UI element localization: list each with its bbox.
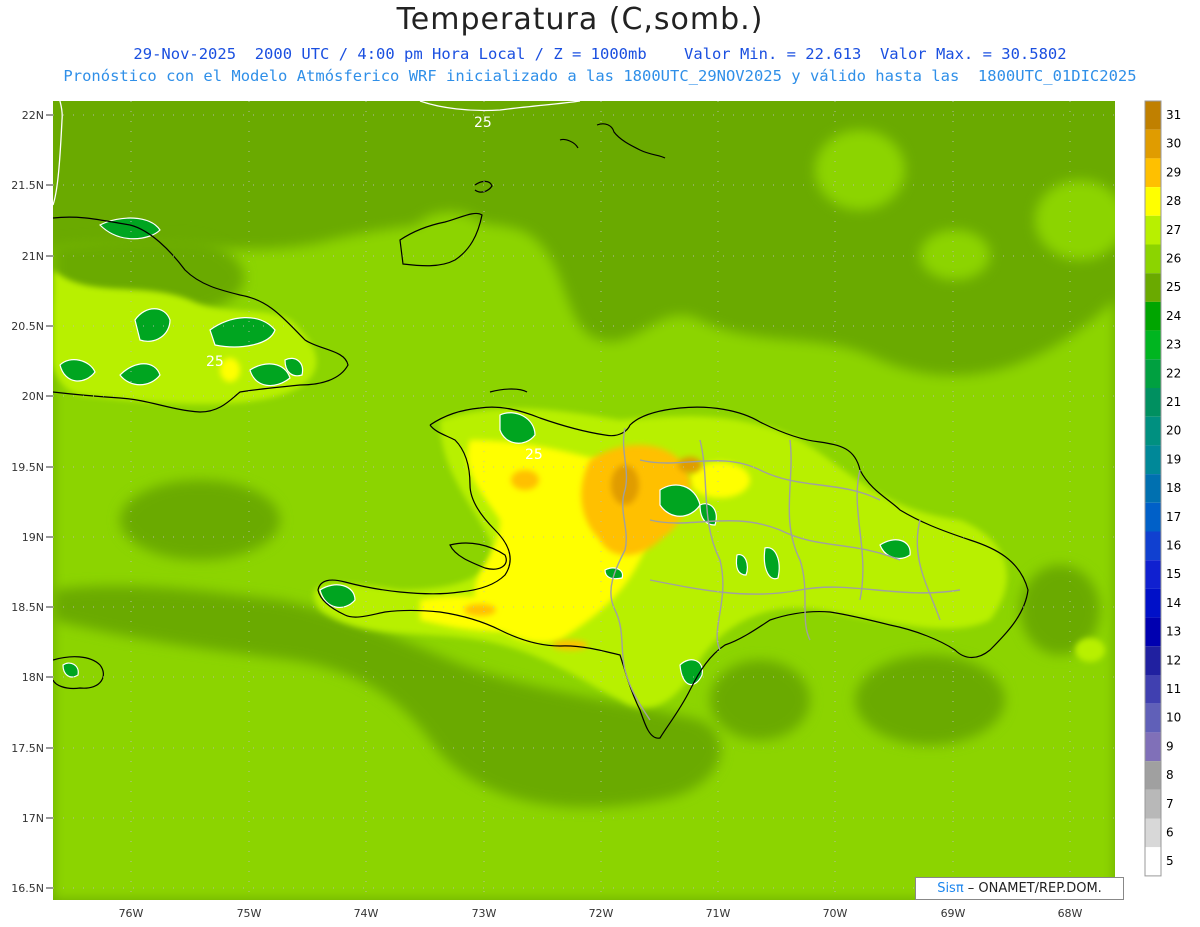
lat-tick-label: 21N — [22, 250, 44, 263]
longitude-axis: 76W 75W 74W 73W 72W 71W 70W 69W 68W — [119, 907, 1083, 920]
colorbar: 31 30 29 28 27 26 25 24 23 22 21 20 19 18 17 16 15 14 13 12… — [1144, 100, 1181, 877]
lon-tick-label: 70W — [823, 907, 848, 920]
colorbar-label: 7 — [1166, 797, 1174, 811]
latitude-axis: 22N 21.5N 21N 20.5N 20N 19.5N 19N 18.5N … — [11, 109, 53, 895]
colorbar-swatch — [1145, 129, 1161, 159]
lon-tick-label: 74W — [354, 907, 379, 920]
colorbar-label: 26 — [1166, 252, 1181, 266]
colorbar-label: 21 — [1166, 395, 1181, 409]
colorbar-swatch — [1145, 502, 1161, 532]
colorbar-swatch — [1145, 847, 1161, 876]
colorbar-label: 16 — [1166, 539, 1181, 553]
lon-tick-label: 76W — [119, 907, 144, 920]
contour-label: 25 — [474, 115, 492, 131]
colorbar-label: 13 — [1166, 625, 1181, 639]
lat-tick-label: 17N — [22, 812, 44, 825]
lat-tick-label: 20N — [22, 390, 44, 403]
lon-tick-label: 72W — [589, 907, 614, 920]
colorbar-swatch — [1145, 416, 1161, 446]
colorbar-label: 14 — [1166, 596, 1181, 610]
colorbar-label: 20 — [1166, 424, 1181, 438]
colorbar-swatch — [1145, 244, 1161, 274]
colorbar-swatch — [1145, 560, 1161, 589]
colorbar-swatch — [1145, 101, 1161, 130]
colorbar-label: 24 — [1166, 309, 1181, 323]
lat-tick-label: 22N — [22, 109, 44, 122]
colorbar-swatch — [1145, 703, 1161, 733]
colorbar-label: 22 — [1166, 366, 1181, 380]
colorbar-label: 30 — [1166, 137, 1181, 151]
credit-brand: Sisπ — [937, 881, 964, 896]
colorbar-label: 27 — [1166, 223, 1181, 237]
colorbar-swatch — [1145, 330, 1161, 360]
lat-tick-label: 20.5N — [11, 320, 44, 333]
colorbar-swatch — [1145, 359, 1161, 388]
temperature-map: 25 25 25 22N 21.5N 21N 20.5N 20N 19.5N 1… — [11, 100, 1181, 920]
colorbar-label: 17 — [1166, 510, 1181, 524]
colorbar-swatch — [1145, 732, 1161, 762]
contour-label: 25 — [206, 354, 224, 370]
colorbar-swatch — [1145, 445, 1161, 475]
lat-tick-label: 17.5N — [11, 742, 44, 755]
colorbar-label: 23 — [1166, 338, 1181, 352]
colorbar-swatch — [1145, 301, 1161, 331]
lat-tick-label: 19N — [22, 531, 44, 544]
lon-tick-label: 69W — [941, 907, 966, 920]
credit-label: Sisπ – ONAMET/REP.DOM. — [915, 877, 1124, 900]
colorbar-swatch — [1145, 617, 1161, 647]
temperature-field: 25 25 25 — [53, 101, 1115, 900]
colorbar-label: 18 — [1166, 481, 1181, 495]
colorbar-label: 12 — [1166, 653, 1181, 667]
colorbar-swatch — [1145, 388, 1161, 417]
colorbar-swatch — [1145, 818, 1161, 848]
colorbar-label: 25 — [1166, 280, 1181, 294]
colorbar-swatch — [1145, 273, 1161, 302]
lon-tick-label: 68W — [1058, 907, 1083, 920]
lon-tick-label: 71W — [706, 907, 731, 920]
lon-tick-label: 75W — [237, 907, 262, 920]
colorbar-swatch — [1145, 675, 1161, 704]
colorbar-swatch — [1145, 646, 1161, 675]
colorbar-swatch — [1145, 187, 1161, 216]
colorbar-swatch — [1145, 158, 1161, 188]
colorbar-label: 8 — [1166, 768, 1174, 782]
contour-label: 25 — [525, 447, 543, 463]
colorbar-swatch — [1145, 761, 1161, 790]
credit-text: – ONAMET/REP.DOM. — [963, 881, 1102, 896]
colorbar-label: 31 — [1166, 108, 1181, 122]
colorbar-swatch — [1145, 215, 1161, 245]
colorbar-label: 28 — [1166, 194, 1181, 208]
colorbar-label: 29 — [1166, 165, 1181, 179]
colorbar-label: 11 — [1166, 682, 1181, 696]
colorbar-label: 5 — [1166, 854, 1174, 868]
lat-tick-label: 18.5N — [11, 601, 44, 614]
colorbar-swatch — [1145, 474, 1161, 503]
colorbar-swatch — [1145, 531, 1161, 561]
lat-tick-label: 21.5N — [11, 179, 44, 192]
colorbar-label: 9 — [1166, 739, 1174, 753]
colorbar-label: 6 — [1166, 826, 1174, 840]
lon-tick-label: 73W — [472, 907, 497, 920]
colorbar-swatch — [1145, 789, 1161, 819]
lat-tick-label: 19.5N — [11, 461, 44, 474]
lat-tick-label: 18N — [22, 671, 44, 684]
lat-tick-label: 16.5N — [11, 882, 44, 895]
colorbar-label: 19 — [1166, 452, 1181, 466]
colorbar-swatch — [1145, 588, 1161, 618]
colorbar-label: 15 — [1166, 567, 1181, 581]
colorbar-label: 10 — [1166, 711, 1181, 725]
